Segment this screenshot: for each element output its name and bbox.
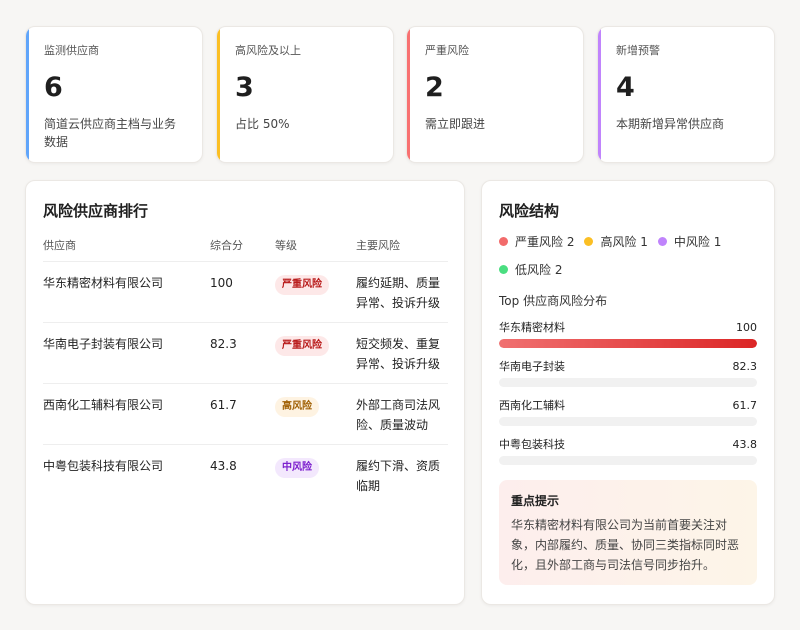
stat-label: 严重风险 bbox=[425, 44, 469, 57]
distribution-name: 西南化工辅料 bbox=[499, 399, 565, 412]
score-cell: 61.7 bbox=[210, 382, 275, 444]
stat-accent-bar bbox=[407, 27, 410, 162]
score-cell: 82.3 bbox=[210, 321, 275, 383]
legend-item-low: 低风险 2 bbox=[499, 259, 562, 279]
stat-accent-bar bbox=[217, 27, 220, 162]
supplier-name: 中粤包装科技有限公司 bbox=[43, 443, 210, 505]
risk-cell: 履约下滑、资质临期 bbox=[356, 443, 448, 505]
legend-item-medium: 中风险 1 bbox=[657, 231, 722, 251]
risk-structure-panel: 风险结构 严重风险 2 高风险 1 中风险 1 低风险 2 Top 供应商风险分… bbox=[481, 180, 775, 605]
distribution-item: 西南化工辅料 61.7 bbox=[499, 398, 757, 426]
legend-dot-icon bbox=[499, 264, 508, 274]
distribution-item: 华东精密材料 100 bbox=[499, 320, 757, 348]
stat-value: 2 bbox=[425, 72, 444, 103]
score-cell: 43.8 bbox=[210, 443, 275, 505]
legend-dot-icon bbox=[499, 236, 508, 246]
key-tip-box: 重点提示 华东精密材料有限公司为当前首要关注对象，内部履约、质量、协同三类指标同… bbox=[499, 480, 757, 585]
legend-label: 高风险 1 bbox=[600, 234, 648, 249]
legend-dot-icon bbox=[584, 236, 594, 246]
stat-card-new-alerts: 新增预警 4 本期新增异常供应商 bbox=[597, 26, 775, 163]
distribution-name: 华东精密材料 bbox=[499, 321, 565, 334]
supplier-name: 西南化工辅料有限公司 bbox=[43, 382, 210, 444]
legend-dot-icon bbox=[657, 236, 667, 246]
panel-title: 风险结构 bbox=[499, 202, 560, 220]
risk-legend: 严重风险 2 高风险 1 中风险 1 低风险 2 bbox=[499, 231, 734, 287]
risk-ranking-panel: 风险供应商排行 供应商 综合分 等级 主要风险 华东精密材料有限公司 100 严… bbox=[25, 180, 465, 605]
distribution-track bbox=[499, 417, 757, 426]
level-badge: 中风险 bbox=[275, 457, 319, 478]
distribution-track bbox=[499, 339, 757, 348]
table-header-row: 供应商 综合分 等级 主要风险 bbox=[43, 235, 448, 261]
level-badge: 高风险 bbox=[275, 396, 319, 417]
distribution-track bbox=[499, 456, 757, 465]
stat-desc: 本期新增异常供应商 bbox=[616, 117, 725, 131]
tip-text: 华东精密材料有限公司为当前首要关注对象，内部履约、质量、协同三类指标同时恶化，且… bbox=[511, 518, 740, 572]
panel-title: 风险供应商排行 bbox=[43, 202, 149, 220]
stat-card-high-risk: 高风险及以上 3 占比 50% bbox=[216, 26, 394, 163]
stat-card-severe-risk: 严重风险 2 需立即跟进 bbox=[406, 26, 584, 163]
table-row[interactable]: 西南化工辅料有限公司 61.7 高风险 外部工商司法风险、质量波动 bbox=[43, 382, 448, 444]
tip-title: 重点提示 bbox=[511, 494, 560, 508]
distribution-title: Top 供应商风险分布 bbox=[499, 294, 608, 308]
score-cell: 100 bbox=[210, 260, 275, 322]
distribution-value: 82.3 bbox=[732, 360, 758, 373]
distribution-value: 100 bbox=[736, 321, 757, 334]
legend-item-severe: 严重风险 2 bbox=[499, 231, 574, 251]
table-row[interactable]: 华南电子封装有限公司 82.3 严重风险 短交频发、重复异常、投诉升级 bbox=[43, 321, 448, 383]
stat-value: 6 bbox=[44, 72, 63, 103]
distribution-item: 中粤包装科技 43.8 bbox=[499, 437, 757, 465]
supplier-name: 华南电子封装有限公司 bbox=[43, 321, 210, 383]
distribution-item: 华南电子封装 82.3 bbox=[499, 359, 757, 387]
distribution-name: 华南电子封装 bbox=[499, 360, 565, 373]
risk-cell: 短交频发、重复异常、投诉升级 bbox=[356, 321, 448, 383]
distribution-track bbox=[499, 378, 757, 387]
distribution-fill bbox=[499, 339, 757, 348]
risk-distribution: 华东精密材料 100 华南电子封装 82.3 西南化工辅料 61.7 中粤包装科技 43… bbox=[499, 320, 757, 465]
legend-label: 中风险 1 bbox=[673, 234, 722, 249]
stat-card-monitored: 监测供应商 6 简道云供应商主档与业务数据 bbox=[25, 26, 203, 163]
table-row[interactable]: 华东精密材料有限公司 100 严重风险 履约延期、质量异常、投诉升级 bbox=[43, 260, 448, 322]
ranking-table: 供应商 综合分 等级 主要风险 华东精密材料有限公司 100 严重风险 履约延期… bbox=[43, 235, 448, 505]
supplier-name: 华东精密材料有限公司 bbox=[43, 260, 210, 322]
column-header-level: 等级 bbox=[275, 239, 297, 252]
stat-desc: 简道云供应商主档与业务数据 bbox=[44, 117, 177, 149]
stat-value: 4 bbox=[616, 72, 635, 103]
legend-label: 严重风险 2 bbox=[515, 234, 575, 249]
risk-cell: 履约延期、质量异常、投诉升级 bbox=[356, 260, 448, 322]
level-badge: 严重风险 bbox=[275, 335, 329, 356]
legend-item-high: 高风险 1 bbox=[584, 231, 648, 251]
distribution-name: 中粤包装科技 bbox=[499, 438, 565, 451]
stat-label: 高风险及以上 bbox=[235, 44, 301, 57]
level-badge: 严重风险 bbox=[275, 274, 329, 295]
distribution-value: 61.7 bbox=[732, 399, 758, 412]
stat-desc: 占比 50% bbox=[235, 117, 290, 131]
stat-desc: 需立即跟进 bbox=[425, 117, 486, 131]
risk-cell: 外部工商司法风险、质量波动 bbox=[356, 382, 448, 444]
stat-label: 监测供应商 bbox=[44, 44, 99, 57]
column-header-score: 综合分 bbox=[210, 239, 243, 252]
distribution-value: 43.8 bbox=[732, 438, 758, 451]
column-header-risk: 主要风险 bbox=[356, 239, 400, 252]
stat-accent-bar bbox=[598, 27, 601, 162]
stat-value: 3 bbox=[235, 72, 254, 103]
stat-label: 新增预警 bbox=[616, 44, 660, 57]
column-header-supplier: 供应商 bbox=[43, 239, 76, 252]
legend-label: 低风险 2 bbox=[515, 262, 563, 277]
stat-accent-bar bbox=[26, 27, 29, 162]
table-row[interactable]: 中粤包装科技有限公司 43.8 中风险 履约下滑、资质临期 bbox=[43, 443, 448, 505]
